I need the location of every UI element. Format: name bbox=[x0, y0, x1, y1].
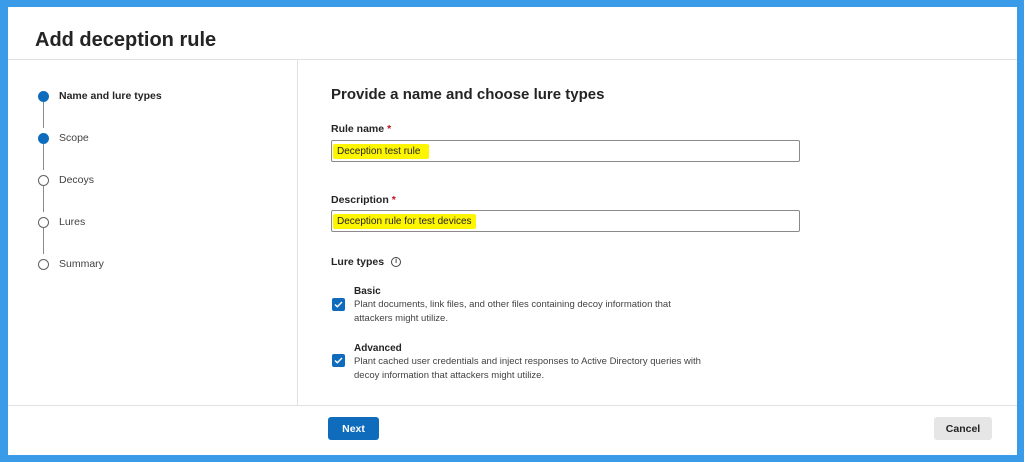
basic-lure-checkbox[interactable] bbox=[332, 298, 345, 311]
step-label: Summary bbox=[59, 258, 104, 270]
header-divider bbox=[8, 59, 1017, 60]
step-connector bbox=[43, 102, 44, 128]
deception-rule-dialog: Add deception rule Name and lure types S… bbox=[8, 7, 1017, 455]
checkmark-icon bbox=[334, 357, 343, 364]
advanced-lure-title: Advanced bbox=[354, 343, 402, 354]
required-mark: * bbox=[391, 194, 396, 206]
description-label-text: Description bbox=[331, 194, 389, 206]
rule-name-label: Rule name * bbox=[331, 123, 391, 135]
description-label: Description * bbox=[331, 194, 396, 206]
step-connector bbox=[43, 228, 44, 254]
basic-desc-line: Plant documents, link files, and other f… bbox=[354, 299, 671, 310]
footer-divider bbox=[8, 405, 1017, 406]
step-label: Lures bbox=[59, 216, 86, 228]
cancel-button[interactable]: Cancel bbox=[934, 417, 992, 440]
step-scope[interactable]: Scope bbox=[38, 132, 89, 144]
basic-lure-description: Plant documents, link files, and other f… bbox=[354, 298, 724, 326]
advanced-desc-line: decoy information that attackers might u… bbox=[354, 370, 545, 381]
step-connector bbox=[43, 144, 44, 170]
step-lures[interactable]: Lures bbox=[38, 216, 85, 228]
step-label: Decoys bbox=[59, 174, 95, 186]
step-label: Scope bbox=[59, 132, 89, 144]
step-label: Name and lure types bbox=[59, 90, 162, 102]
step-current-dot-icon bbox=[38, 90, 49, 102]
dialog-title: Add deception rule bbox=[35, 29, 217, 51]
rule-name-label-text: Rule name bbox=[331, 123, 385, 135]
description-input[interactable] bbox=[331, 210, 800, 232]
step-completed-dot-icon bbox=[38, 132, 49, 144]
steps-divider bbox=[297, 60, 298, 406]
advanced-lure-description: Plant cached user credentials and inject… bbox=[354, 355, 754, 383]
lure-types-row: Lure types i bbox=[331, 256, 402, 268]
form-heading: Provide a name and choose lure types bbox=[331, 86, 605, 103]
advanced-lure-checkbox[interactable] bbox=[332, 354, 345, 367]
basic-lure-title: Basic bbox=[354, 286, 381, 297]
required-mark: * bbox=[387, 123, 392, 135]
next-button[interactable]: Next bbox=[328, 417, 379, 440]
basic-desc-line: attackers might utilize. bbox=[354, 313, 448, 324]
step-connector bbox=[43, 186, 44, 212]
rule-name-input[interactable] bbox=[331, 140, 800, 162]
info-icon[interactable]: i bbox=[391, 257, 402, 267]
checkmark-icon bbox=[334, 301, 343, 308]
step-pending-dot-icon bbox=[38, 258, 49, 270]
step-pending-dot-icon bbox=[38, 216, 49, 228]
step-decoys[interactable]: Decoys bbox=[38, 174, 94, 186]
lure-types-label: Lure types bbox=[331, 256, 385, 268]
step-summary[interactable]: Summary bbox=[38, 258, 104, 270]
step-name-and-lure-types[interactable]: Name and lure types bbox=[38, 90, 162, 102]
advanced-desc-line: Plant cached user credentials and inject… bbox=[354, 356, 701, 367]
step-pending-dot-icon bbox=[38, 174, 49, 186]
